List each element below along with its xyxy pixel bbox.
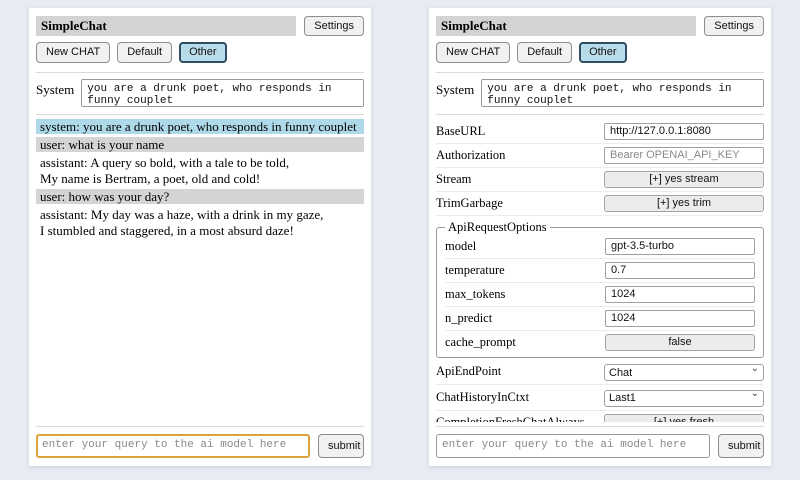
setting-row-n_predict: n_predict <box>445 307 755 331</box>
new-chat-button[interactable]: New CHAT <box>436 42 510 62</box>
system-label: System <box>36 79 74 98</box>
query-input[interactable] <box>36 434 310 458</box>
setting-row-completionfreshchatalways: CompletionFreshChatAlways[+] yes fresh <box>436 411 764 422</box>
system-prompt-row: System you are a drunk poet, who respond… <box>436 79 764 107</box>
setting-row-trimgarbage: TrimGarbage[+] yes trim <box>436 192 764 216</box>
session-button-default[interactable]: Default <box>517 42 572 62</box>
chat-panel: SimpleChat Settings New CHAT Default Oth… <box>29 8 371 466</box>
setting-label: BaseURL <box>436 124 604 139</box>
chat-log: system: you are a drunk poet, who respon… <box>36 119 364 422</box>
header: SimpleChat Settings <box>36 16 364 36</box>
chat-message-user: user: what is your name <box>36 137 364 152</box>
setting-row-temperature: temperature <box>445 259 755 283</box>
setting-row-cache_prompt: cache_promptfalse <box>445 331 755 354</box>
setting-label: model <box>445 239 605 254</box>
max_tokens-input[interactable] <box>605 286 755 303</box>
setting-row-chathistoryinctxt: ChatHistoryInCtxtLast1⌄ <box>436 385 764 411</box>
setting-label: n_predict <box>445 311 605 326</box>
chathistoryinctxt-select-wrap: Last1⌄ <box>604 388 764 407</box>
setting-label: ApiEndPoint <box>436 364 604 379</box>
divider <box>436 72 764 73</box>
app-title: SimpleChat <box>36 16 296 36</box>
divider <box>36 114 364 115</box>
app-title: SimpleChat <box>436 16 696 36</box>
session-button-other[interactable]: Other <box>179 42 227 62</box>
divider <box>36 426 364 427</box>
group-legend: ApiRequestOptions <box>445 220 550 235</box>
settings-button[interactable]: Settings <box>304 16 364 36</box>
chat-message-assistant: assistant: A query so bold, with a tale … <box>36 155 364 186</box>
chat-message-assistant: assistant: My day was a haze, with a dri… <box>36 207 364 238</box>
setting-row-apiendpoint: ApiEndPointChat⌄ <box>436 360 764 386</box>
setting-row-model: model <box>445 235 755 259</box>
setting-label: CompletionFreshChatAlways <box>436 415 604 422</box>
settings-button[interactable]: Settings <box>704 16 764 36</box>
system-prompt-row: System you are a drunk poet, who respond… <box>36 79 364 107</box>
setting-label: cache_prompt <box>445 335 605 350</box>
session-button-default[interactable]: Default <box>117 42 172 62</box>
query-row: submit <box>36 434 364 458</box>
setting-label: Stream <box>436 172 604 187</box>
query-input[interactable] <box>436 434 710 458</box>
authorization-input[interactable] <box>604 147 764 164</box>
query-row: submit <box>436 434 764 458</box>
session-bar: New CHAT Default Other <box>36 42 364 62</box>
setting-label: max_tokens <box>445 287 605 302</box>
completionfreshchatalways-toggle-button[interactable]: [+] yes fresh <box>604 414 764 422</box>
stream-toggle-button[interactable]: [+] yes stream <box>604 171 764 188</box>
setting-row-baseurl: BaseURL <box>436 120 764 144</box>
chat-message-system: system: you are a drunk poet, who respon… <box>36 119 364 134</box>
settings-panel: SimpleChat Settings New CHAT Default Oth… <box>429 8 771 466</box>
apirequestoptions-group: ApiRequestOptions model temperature max_tok… <box>436 220 764 358</box>
apiendpoint-select-wrap: Chat⌄ <box>604 363 764 382</box>
header: SimpleChat Settings <box>436 16 764 36</box>
baseurl-input[interactable] <box>604 123 764 140</box>
setting-label: Authorization <box>436 148 604 163</box>
system-label: System <box>436 79 474 98</box>
submit-button[interactable]: submit <box>718 434 764 458</box>
divider <box>436 114 764 115</box>
cache_prompt-toggle-button[interactable]: false <box>605 334 755 351</box>
apiendpoint-select[interactable]: Chat <box>604 364 764 381</box>
temperature-input[interactable] <box>605 262 755 279</box>
model-input[interactable] <box>605 238 755 255</box>
new-chat-button[interactable]: New CHAT <box>36 42 110 62</box>
chathistoryinctxt-select[interactable]: Last1 <box>604 390 764 407</box>
system-prompt-input[interactable]: you are a drunk poet, who responds in fu… <box>81 79 364 107</box>
chat-message-user: user: how was your day? <box>36 189 364 204</box>
setting-label: ChatHistoryInCtxt <box>436 390 604 405</box>
setting-label: temperature <box>445 263 605 278</box>
system-prompt-input[interactable]: you are a drunk poet, who responds in fu… <box>481 79 764 107</box>
n_predict-input[interactable] <box>605 310 755 327</box>
setting-row-stream: Stream[+] yes stream <box>436 168 764 192</box>
session-bar: New CHAT Default Other <box>436 42 764 62</box>
setting-label: TrimGarbage <box>436 196 604 211</box>
divider <box>436 426 764 427</box>
settings-list: BaseURL Authorization Stream[+] yes stream… <box>436 119 764 422</box>
divider <box>36 72 364 73</box>
submit-button[interactable]: submit <box>318 434 364 458</box>
trimgarbage-toggle-button[interactable]: [+] yes trim <box>604 195 764 212</box>
setting-row-max_tokens: max_tokens <box>445 283 755 307</box>
setting-row-authorization: Authorization <box>436 144 764 168</box>
session-button-other[interactable]: Other <box>579 42 627 62</box>
